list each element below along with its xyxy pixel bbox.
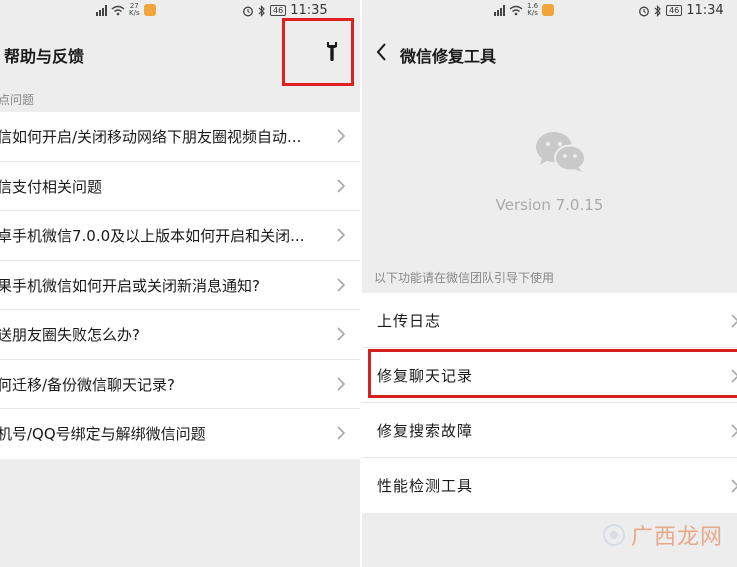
wifi-icon — [509, 5, 523, 15]
faq-item[interactable]: 信如何开启/关闭移动网络下朋友圈视频自动... — [0, 112, 360, 162]
option-label: 修复搜索故障 — [377, 422, 474, 440]
app-notification-icon — [143, 4, 156, 16]
alarm-icon — [243, 6, 253, 16]
watermark-text: 广西龙网 — [630, 525, 723, 550]
watermark: 广西龙网 — [602, 519, 723, 551]
back-arrow-icon[interactable] — [374, 41, 390, 63]
network-speed: 1.6 K/s — [527, 3, 538, 17]
wifi-icon — [111, 5, 125, 15]
watermark-logo-icon — [602, 524, 625, 546]
faq-item[interactable]: 机号/QQ号绑定与解绑微信问题 — [0, 409, 360, 459]
speed-unit: K/s — [129, 9, 140, 17]
bluetooth-icon — [654, 4, 661, 17]
faq-item[interactable]: 信支付相关问题 — [0, 161, 360, 211]
chevron-right-icon — [337, 228, 346, 242]
chevron-right-icon — [337, 129, 346, 143]
performance-check-item[interactable]: 性能检测工具 — [362, 458, 737, 513]
section-label: 点问题 — [0, 93, 35, 107]
upload-log-item[interactable]: 上传日志 — [362, 293, 737, 348]
repair-search-item[interactable]: 修复搜索故障 — [362, 403, 737, 458]
chevron-right-icon — [337, 426, 346, 440]
version-text: Version 7.0.15 — [495, 196, 604, 214]
chevron-right-icon — [337, 376, 346, 391]
network-speed: 27 K/s — [129, 3, 140, 17]
status-bar: 1.6 K/s 46 11:34 — [362, 0, 737, 22]
wechat-logo-icon — [536, 132, 586, 172]
faq-item-label: 果手机微信如何开启或关闭新消息通知? — [0, 276, 260, 295]
chevron-right-icon — [337, 327, 346, 341]
chevron-right-icon — [731, 479, 737, 493]
repair-options-list: 上传日志 修复聊天记录 修复搜索故障 性能检测工具 — [362, 293, 737, 513]
wechat-repair-tool-screen: 1.6 K/s 46 11:34 微信修复工具 Version 7.0.15 以下… — [362, 0, 737, 567]
faq-item[interactable]: 送朋友圈失败怎么办? — [0, 310, 360, 360]
faq-item[interactable]: 卓手机微信7.0.0及以上版本如何开启和关闭... — [0, 211, 360, 261]
faq-item-label: 信如何开启/关闭移动网络下朋友圈视频自动... — [0, 128, 302, 146]
option-label: 性能检测工具 — [377, 477, 474, 495]
faq-item-label: 卓手机微信7.0.0及以上版本如何开启和关闭... — [0, 227, 305, 245]
section-label: 以下功能请在微信团队引导下使用 — [374, 271, 555, 285]
battery-icon: 46 — [666, 5, 683, 16]
battery-icon: 46 — [270, 5, 287, 16]
faq-item-label: 送朋友圈失败怎么办? — [0, 326, 140, 344]
option-label: 上传日志 — [377, 312, 442, 330]
status-time: 11:35 — [290, 3, 328, 18]
page-title: 微信修复工具 — [400, 47, 497, 66]
faq-item[interactable]: 果手机微信如何开启或关闭新消息通知? — [0, 260, 360, 310]
app-notification-icon — [542, 4, 555, 16]
repair-chat-highlight-box — [368, 349, 737, 398]
chevron-right-icon — [337, 277, 346, 292]
faq-item-label: 何迁移/备份微信聊天记录? — [0, 375, 176, 394]
faq-list: 信如何开启/关闭移动网络下朋友圈视频自动... 信支付相关问题 卓手机微信7.0… — [0, 112, 360, 459]
bluetooth-icon — [258, 4, 265, 17]
signal-icon — [494, 4, 505, 16]
wrench-icon[interactable] — [322, 40, 342, 62]
speed-unit: K/s — [527, 9, 538, 17]
chevron-right-icon — [337, 178, 346, 193]
chevron-right-icon — [731, 314, 737, 328]
alarm-icon — [639, 6, 649, 16]
wrench-highlight-box — [282, 18, 354, 86]
page-title: 帮助与反馈 — [4, 47, 85, 66]
faq-item-label: 机号/QQ号绑定与解绑微信问题 — [0, 425, 206, 443]
signal-icon — [96, 4, 107, 16]
navigation-bar: 微信修复工具 — [362, 28, 737, 76]
faq-item-label: 信支付相关问题 — [0, 177, 103, 196]
chevron-right-icon — [731, 424, 737, 438]
help-feedback-screen: 27 K/s 46 11:35 帮助与反馈 点问题 信如何开启/关闭移动网络下朋友… — [0, 0, 360, 567]
status-time: 11:34 — [686, 3, 724, 18]
faq-item[interactable]: 何迁移/备份微信聊天记录? — [0, 359, 360, 409]
